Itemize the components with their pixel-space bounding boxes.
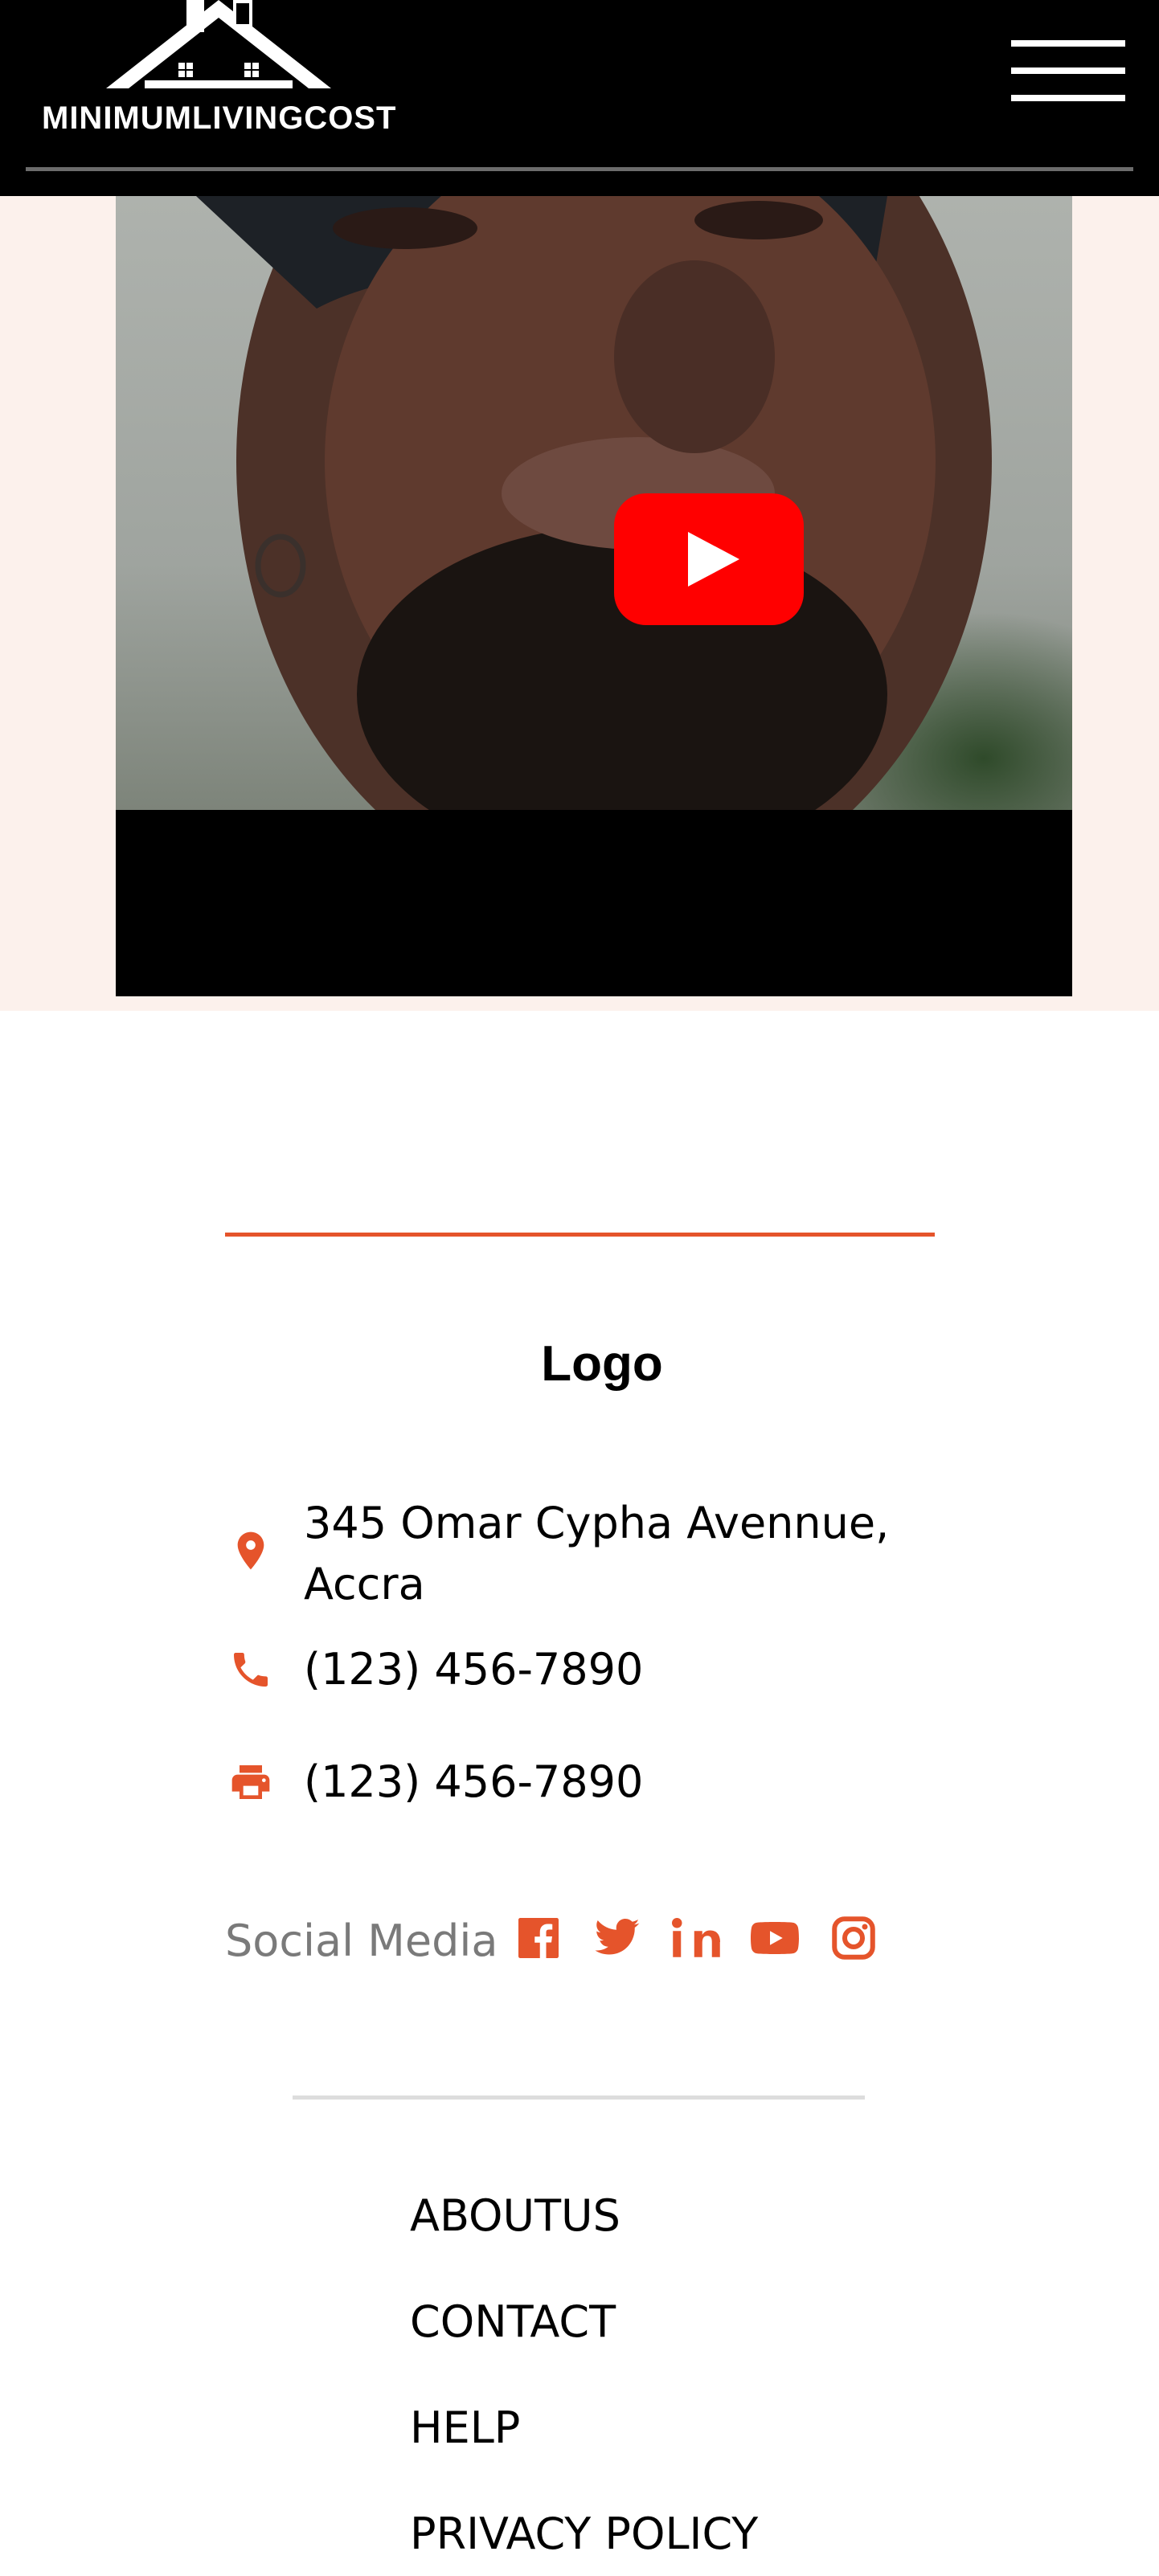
social-media-row: Social Media <box>225 1911 948 1975</box>
video-section <box>0 196 1159 1011</box>
social-media-label: Social Media <box>225 1916 498 1966</box>
contact-fax: (123) 456-7890 <box>225 1752 948 1816</box>
footer-link-contact[interactable]: CONTACT <box>410 2296 616 2347</box>
contact-fax-text: (123) 456-7890 <box>304 1756 644 1807</box>
youtube-play-icon[interactable] <box>614 493 804 625</box>
contact-address: 345 Omar Cypha Avennue, Accra <box>225 1493 948 1615</box>
footer-link-privacy-policy[interactable]: PRIVACY POLICY <box>410 2509 758 2559</box>
footer-link-aboutus[interactable]: ABOUTUS <box>410 2190 620 2241</box>
instagram-icon[interactable] <box>829 1914 878 1962</box>
video-player[interactable] <box>116 196 1072 996</box>
phone-icon <box>234 1653 268 1687</box>
video-thumbnail <box>116 196 1072 911</box>
header-divider <box>26 167 1133 171</box>
youtube-icon[interactable] <box>751 1914 799 1962</box>
site-logo[interactable]: MINIMUMLIVINGCOST <box>42 0 460 145</box>
facebook-icon[interactable] <box>514 1914 563 1962</box>
linkedin-icon[interactable] <box>672 1914 720 1962</box>
footer-link-help[interactable]: HELP <box>410 2402 520 2453</box>
hamburger-menu-icon[interactable] <box>1011 40 1125 103</box>
site-header: MINIMUMLIVINGCOST <box>0 0 1159 196</box>
footer-accent-rule <box>225 1233 935 1237</box>
contact-phone: (123) 456-7890 <box>225 1639 948 1703</box>
printer-icon <box>231 1765 270 1799</box>
footer-divider <box>293 2096 865 2100</box>
contact-address-text: 345 Omar Cypha Avennue, Accra <box>304 1498 890 1609</box>
logo-wordmark: MINIMUMLIVINGCOST <box>42 100 397 136</box>
location-pin-icon <box>237 1531 264 1570</box>
footer-logo: Logo <box>541 1336 663 1392</box>
twitter-icon[interactable] <box>593 1914 641 1962</box>
contact-phone-text[interactable]: (123) 456-7890 <box>304 1639 931 1700</box>
house-logo-icon <box>106 0 331 88</box>
